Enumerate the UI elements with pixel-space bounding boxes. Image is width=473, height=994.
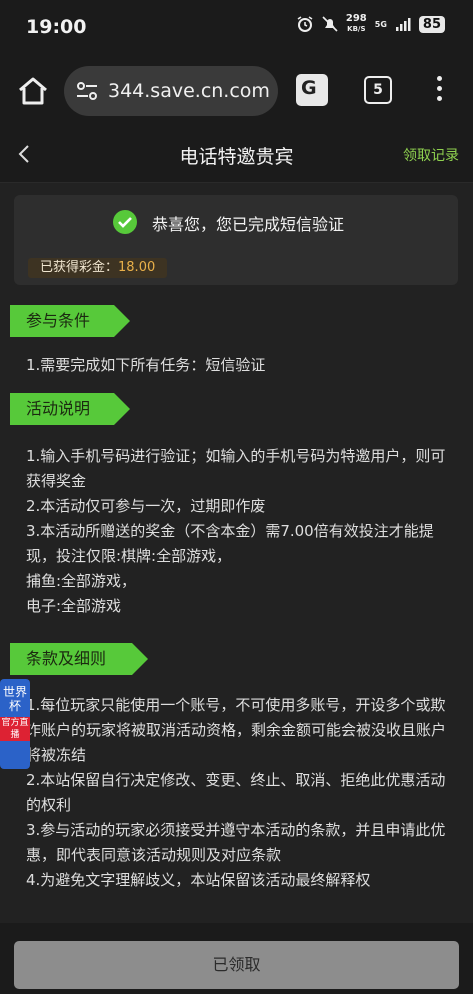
home-icon[interactable]	[16, 74, 50, 108]
conditions-heading: 参与条件	[10, 305, 130, 337]
verification-message: 恭喜您，您已完成短信验证	[152, 215, 345, 234]
prize-value: 18.00	[118, 260, 156, 275]
check-circle-icon	[113, 210, 137, 234]
page-header: 电话特邀贵宾 领取记录	[0, 128, 473, 183]
url-text[interactable]: 344.save.cn.com	[108, 80, 270, 102]
description-heading: 活动说明	[10, 393, 130, 425]
world-cup-live-badge[interactable]: 世界杯 官方直播	[0, 679, 30, 769]
status-time: 19:00	[26, 16, 87, 38]
status-bar: 19:00 298 KB/S 5G 85	[0, 0, 473, 52]
description-text: 1.输入手机号码进行验证；如输入的手机号码为特邀用户，则可获得奖金 2.本活动仅…	[26, 447, 446, 615]
more-menu-icon[interactable]	[432, 76, 446, 106]
verification-card: 恭喜您，您已完成短信验证 已获得彩金：18.00	[14, 195, 458, 285]
network-type: 5G	[374, 19, 387, 29]
page-content: 恭喜您，您已完成短信验证 已获得彩金：18.00 参与条件 1.需要完成如下所有…	[0, 183, 473, 923]
tab-switcher-button[interactable]: 5	[364, 76, 392, 104]
browser-toolbar: 344.save.cn.com G 5	[0, 52, 473, 128]
conditions-text: 1.需要完成如下所有任务：短信验证	[26, 356, 266, 374]
battery-icon: 85	[418, 15, 445, 33]
site-settings-icon[interactable]	[76, 81, 98, 101]
claim-records-link[interactable]: 领取记录	[403, 145, 459, 165]
prize-label: 已获得彩金：	[40, 260, 119, 275]
signal-icon	[395, 18, 411, 31]
prize-badge: 已获得彩金：18.00	[28, 258, 168, 278]
translate-icon[interactable]: G	[296, 74, 328, 106]
status-icons: 298 KB/S 5G 85	[296, 14, 445, 34]
alarm-icon	[297, 16, 313, 32]
terms-text: 1.每位玩家只能使用一个账号，不可使用多账号，开设多个或欺诈账户的玩家将被取消活…	[26, 696, 447, 889]
bottom-bar: 已领取	[0, 923, 473, 994]
claimed-button[interactable]: 已领取	[14, 941, 459, 989]
mute-icon	[322, 16, 338, 32]
address-bar[interactable]: 344.save.cn.com	[64, 66, 278, 116]
net-speed: 298 KB/S	[345, 13, 367, 34]
terms-heading: 条款及细则	[10, 643, 148, 675]
